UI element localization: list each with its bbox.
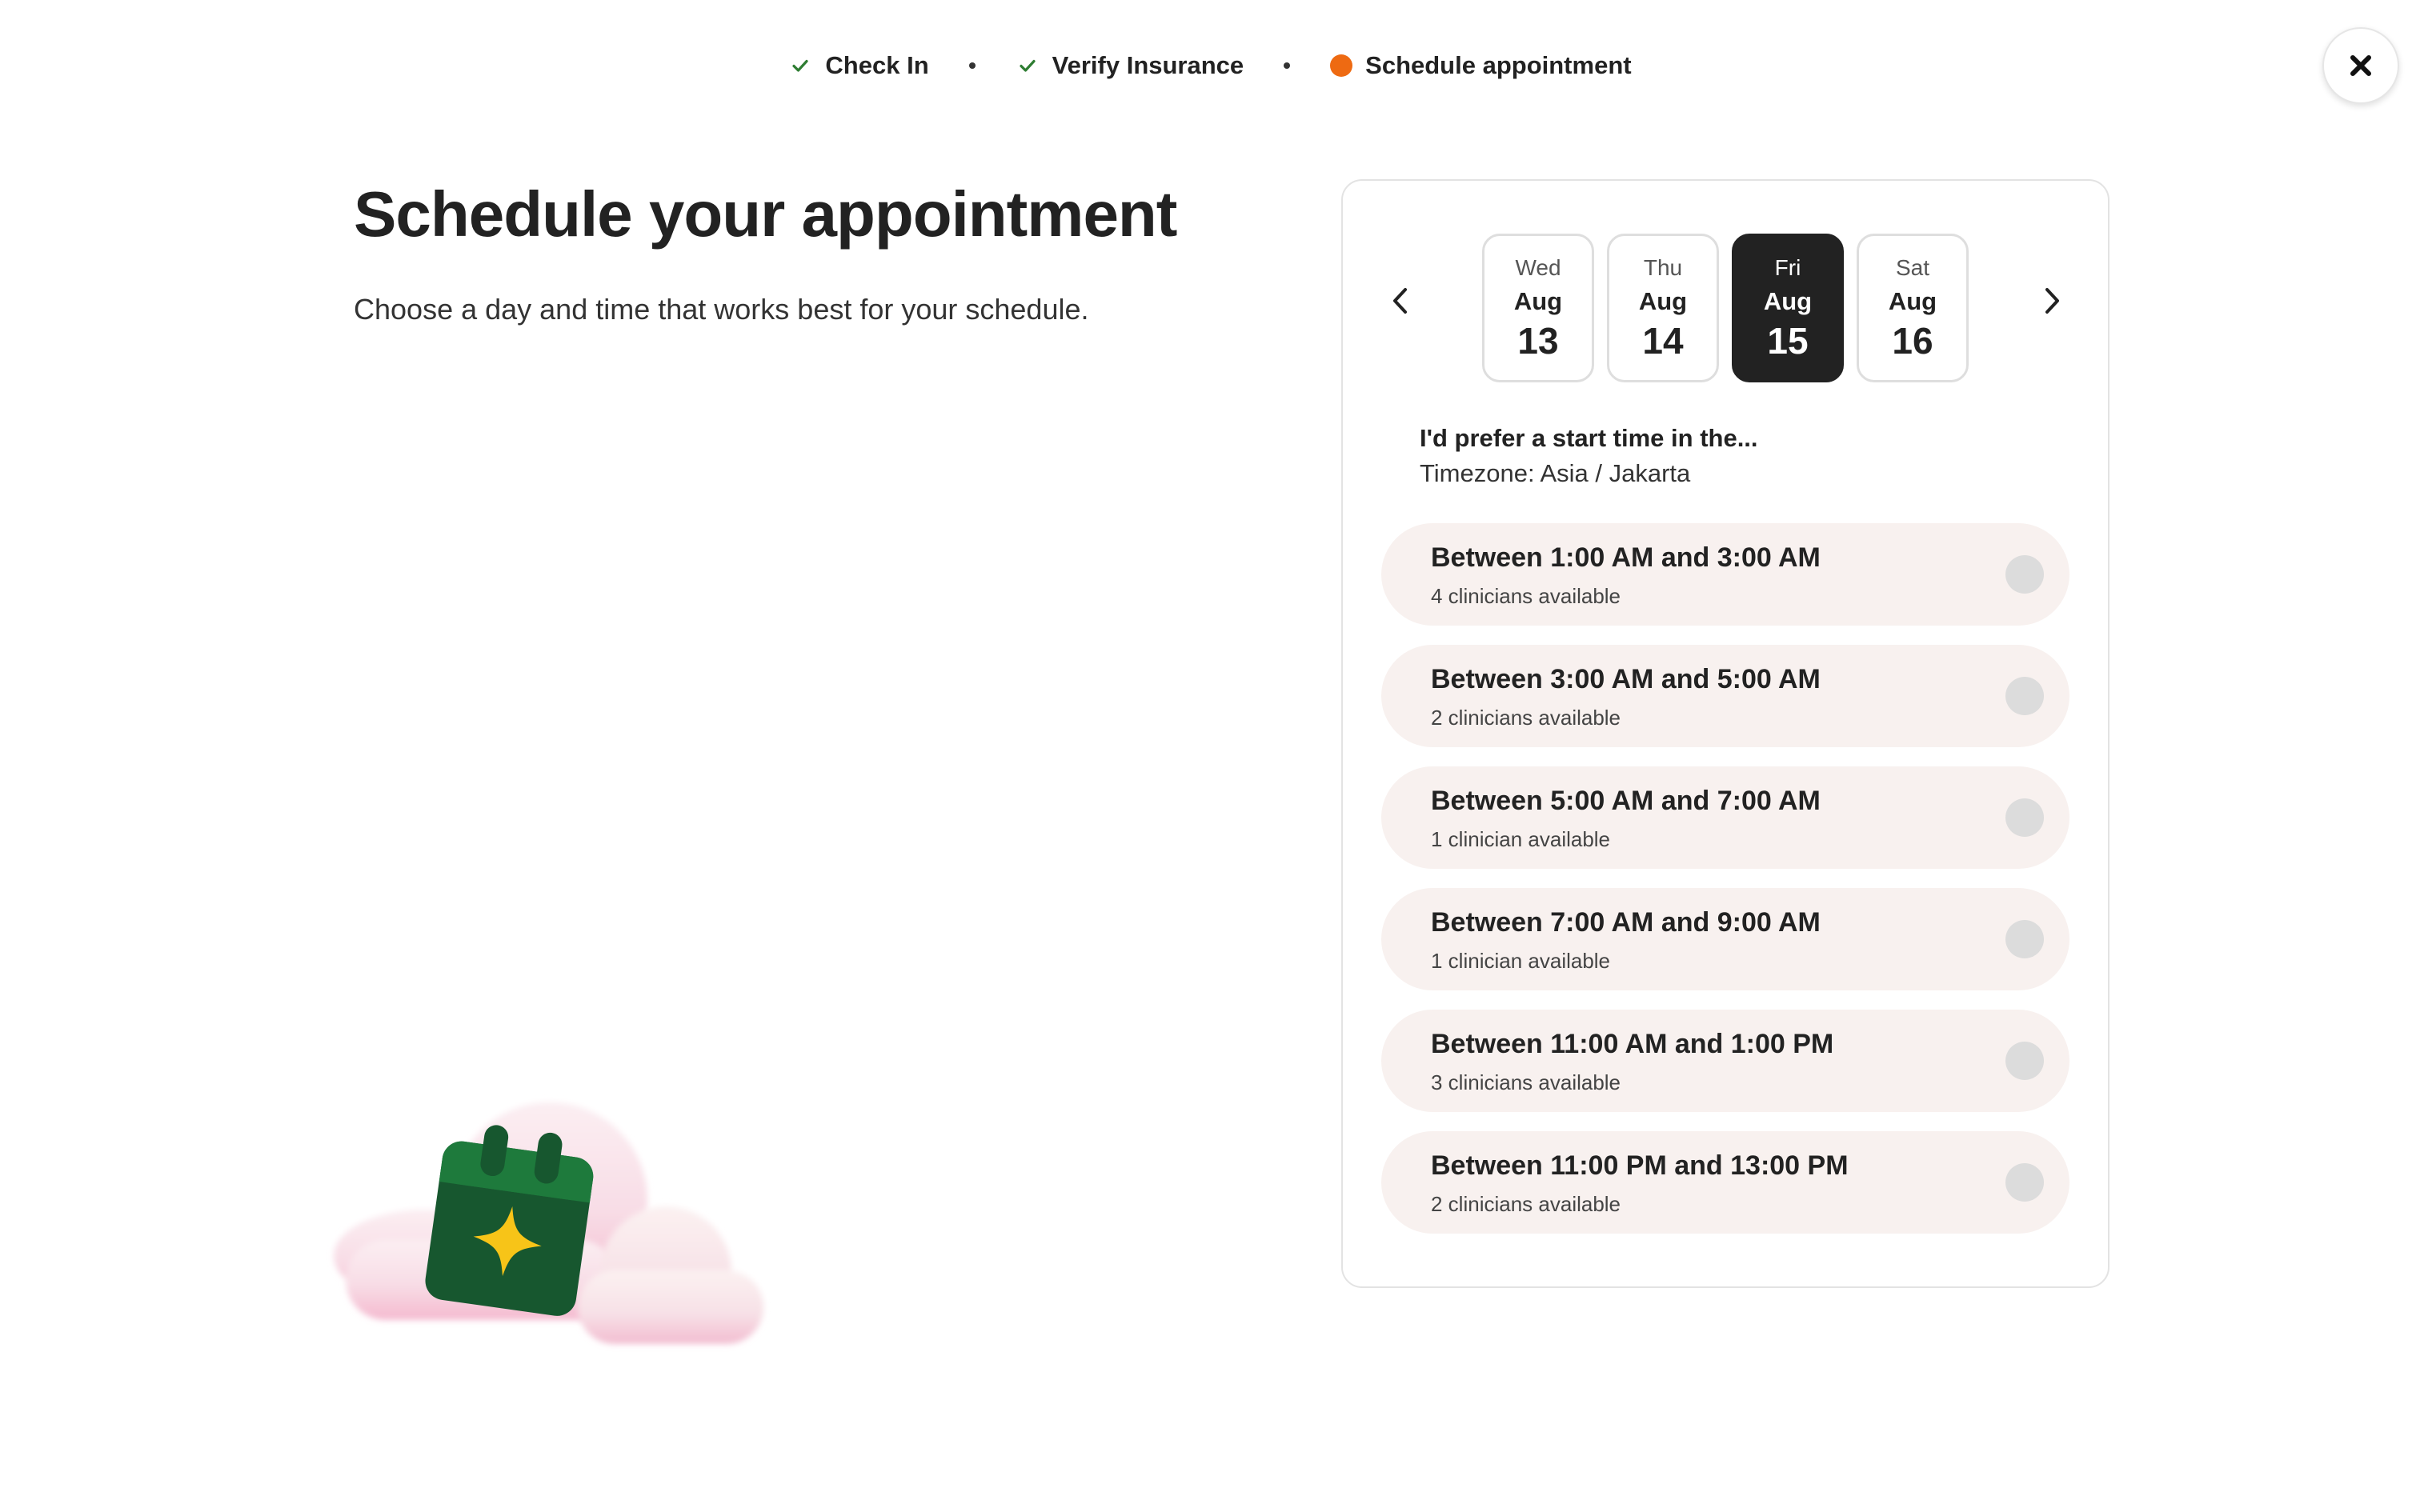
date-option-wed[interactable]: Wed Aug 13 [1482,234,1594,382]
clinician-availability: 2 clinicians available [1431,1192,1621,1216]
time-slot-option[interactable]: Between 3:00 AM and 5:00 AM 2 clinicians… [1381,645,2069,747]
previous-days-button[interactable] [1376,277,1424,325]
date-option-thu[interactable]: Thu Aug 14 [1607,234,1719,382]
step-check-in: Check In [788,51,929,80]
page-subtitle: Choose a day and time that works best fo… [354,293,1089,326]
time-slot-option[interactable]: Between 11:00 PM and 13:00 PM 2 clinicia… [1381,1131,2069,1234]
step-label: Verify Insurance [1052,51,1244,79]
time-slot-label: Between 1:00 AM and 3:00 AM [1431,542,1821,573]
page-title: Schedule your appointment [354,178,1177,250]
calendar-sparkle-icon [334,1102,763,1344]
current-step-dot-icon [1330,54,1353,77]
step-verify-insurance: Verify Insurance [1016,51,1244,80]
step-separator [968,62,976,69]
timezone-label: Timezone: Asia / Jakarta [1420,459,1691,487]
date-option-fri[interactable]: Fri Aug 15 [1732,234,1844,382]
time-slot-option[interactable]: Between 7:00 AM and 9:00 AM 1 clinician … [1381,888,2069,990]
time-slot-option[interactable]: Between 1:00 AM and 3:00 AM 4 clinicians… [1381,523,2069,626]
day-of-week: Fri [1774,255,1801,280]
time-slot-label: Between 7:00 AM and 9:00 AM [1431,907,1821,938]
close-icon [2350,55,2371,76]
time-slot-radio[interactable] [2005,1042,2044,1080]
time-slot-radio[interactable] [2005,555,2044,594]
checkmark-icon [788,54,812,78]
clinician-availability: 1 clinician available [1431,827,1611,851]
day-number: 14 [1642,320,1684,362]
day-month: Aug [1763,287,1813,315]
step-label: Check In [825,51,929,79]
close-button[interactable] [2322,27,2399,104]
day-of-week: Sat [1895,255,1930,280]
clinician-availability: 4 clinicians available [1431,584,1621,608]
day-month: Aug [1513,287,1563,315]
day-number: 13 [1517,320,1559,362]
step-label: Schedule appointment [1365,51,1632,79]
time-preference-heading: I'd prefer a start time in the... [1420,424,1758,452]
time-slot-label: Between 11:00 AM and 1:00 PM [1431,1029,1834,1059]
progress-steps: Check In Verify Insurance Schedule appoi… [0,42,2420,90]
day-of-week: Wed [1515,255,1561,280]
step-separator [1284,62,1291,69]
page: Check In Verify Insurance Schedule appoi… [0,0,2420,1512]
time-slot-radio[interactable] [2005,798,2044,837]
day-number: 15 [1767,320,1809,362]
next-days-button[interactable] [2028,277,2076,325]
time-slot-radio[interactable] [2005,920,2044,958]
day-month: Aug [1888,287,1937,315]
step-schedule-appointment: Schedule appointment [1330,51,1632,80]
time-slot-label: Between 11:00 PM and 13:00 PM [1431,1150,1849,1181]
day-of-week: Thu [1643,255,1683,280]
chevron-left-icon [1393,288,1407,314]
time-slot-label: Between 5:00 AM and 7:00 AM [1431,786,1821,816]
calendar-sparkle-illustration [314,1088,794,1360]
time-slot-label: Between 3:00 AM and 5:00 AM [1431,664,1821,694]
chevron-right-icon [2045,288,2059,314]
time-slot-option[interactable]: Between 11:00 AM and 1:00 PM 3 clinician… [1381,1010,2069,1112]
day-month: Aug [1638,287,1688,315]
date-option-sat[interactable]: Sat Aug 16 [1857,234,1969,382]
checkmark-icon [1016,54,1040,78]
time-slot-radio[interactable] [2005,1163,2044,1202]
clinician-availability: 2 clinicians available [1431,706,1621,730]
time-slot-option[interactable]: Between 5:00 AM and 7:00 AM 1 clinician … [1381,766,2069,869]
day-number: 16 [1892,320,1933,362]
clinician-availability: 3 clinicians available [1431,1070,1621,1094]
clinician-availability: 1 clinician available [1431,949,1611,973]
time-slot-radio[interactable] [2005,677,2044,715]
